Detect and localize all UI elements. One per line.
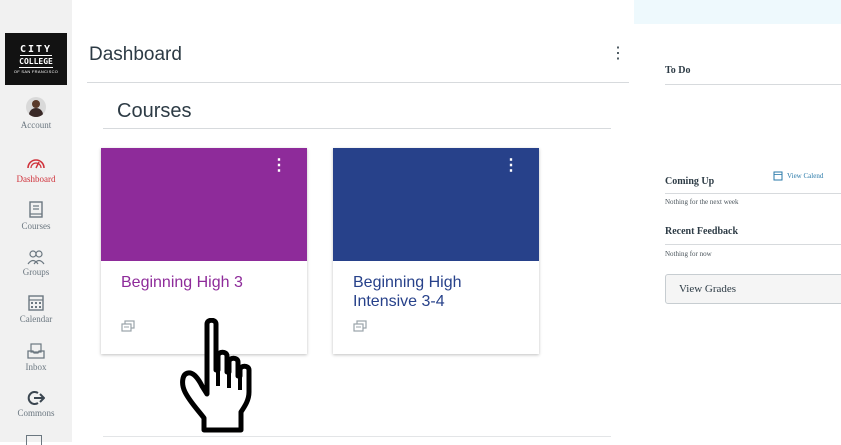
- course-card-title[interactable]: Beginning High 3: [121, 273, 293, 292]
- nav-item-courses[interactable]: Courses: [0, 201, 72, 231]
- coming-up-empty-text: Nothing for the next week: [665, 198, 739, 206]
- todo-heading: To Do: [665, 65, 691, 76]
- divider: [665, 193, 841, 194]
- nav-item-account[interactable]: Account: [0, 97, 72, 130]
- nav-label: Courses: [21, 221, 51, 231]
- groups-icon: [27, 250, 45, 265]
- nav-label: Dashboard: [16, 174, 56, 184]
- announcements-icon[interactable]: [121, 320, 135, 332]
- nav-label: Calendar: [19, 314, 53, 324]
- more-vertical-icon[interactable]: ⋮: [271, 158, 287, 174]
- courses-icon: [29, 201, 43, 218]
- nav-item-dashboard[interactable]: Dashboard: [0, 154, 72, 184]
- divider: [87, 82, 629, 83]
- nav-item-more-icon[interactable]: [26, 435, 42, 445]
- announcements-icon[interactable]: [353, 320, 367, 332]
- calendar-icon: [28, 295, 44, 311]
- recent-feedback-empty-text: Nothing for now: [665, 250, 712, 258]
- divider: [103, 128, 611, 129]
- nav-label: Inbox: [25, 362, 47, 372]
- nav-item-groups[interactable]: Groups: [0, 249, 72, 277]
- more-vertical-icon[interactable]: ⋮: [610, 44, 626, 64]
- view-grades-button[interactable]: View Grades: [665, 274, 841, 304]
- more-vertical-icon[interactable]: ⋮: [503, 158, 519, 174]
- top-notification-bar: [634, 0, 841, 24]
- nav-item-calendar[interactable]: Calendar: [0, 294, 72, 324]
- page-title: Dashboard: [89, 44, 182, 65]
- commons-icon: [27, 391, 45, 405]
- recent-feedback-heading: Recent Feedback: [665, 226, 739, 237]
- dashboard-icon: [27, 159, 45, 169]
- course-card-title[interactable]: Beginning High Intensive 3-4: [353, 273, 525, 311]
- nav-item-inbox[interactable]: Inbox: [0, 342, 72, 372]
- logo-line-3: OF SAN FRANCISCO: [13, 68, 59, 74]
- course-card-beginning-high-intensive[interactable]: ⋮ Beginning High Intensive 3-4: [333, 148, 539, 354]
- nav-label: Account: [20, 120, 52, 130]
- college-logo[interactable]: CITY COLLEGE OF SAN FRANCISCO: [5, 33, 67, 85]
- nav-item-commons[interactable]: Commons: [0, 390, 72, 418]
- logo-line-2: COLLEGE: [19, 56, 53, 68]
- divider: [665, 84, 841, 85]
- divider: [665, 244, 841, 245]
- hand-pointer-icon: [180, 318, 252, 433]
- logo-line-1: CITY: [19, 43, 53, 56]
- view-calendar-label: View Calend: [787, 172, 824, 180]
- coming-up-heading: Coming Up: [665, 176, 715, 187]
- courses-heading: Courses: [117, 100, 192, 122]
- nav-label: Groups: [22, 267, 50, 277]
- inbox-icon: [27, 343, 45, 359]
- divider: [103, 436, 611, 437]
- avatar: [26, 97, 46, 117]
- nav-label: Commons: [17, 408, 55, 418]
- calendar-icon: [773, 171, 783, 181]
- global-nav: CITY COLLEGE OF SAN FRANCISCO Account Da…: [0, 0, 72, 445]
- view-calendar-link[interactable]: View Calend: [773, 171, 823, 181]
